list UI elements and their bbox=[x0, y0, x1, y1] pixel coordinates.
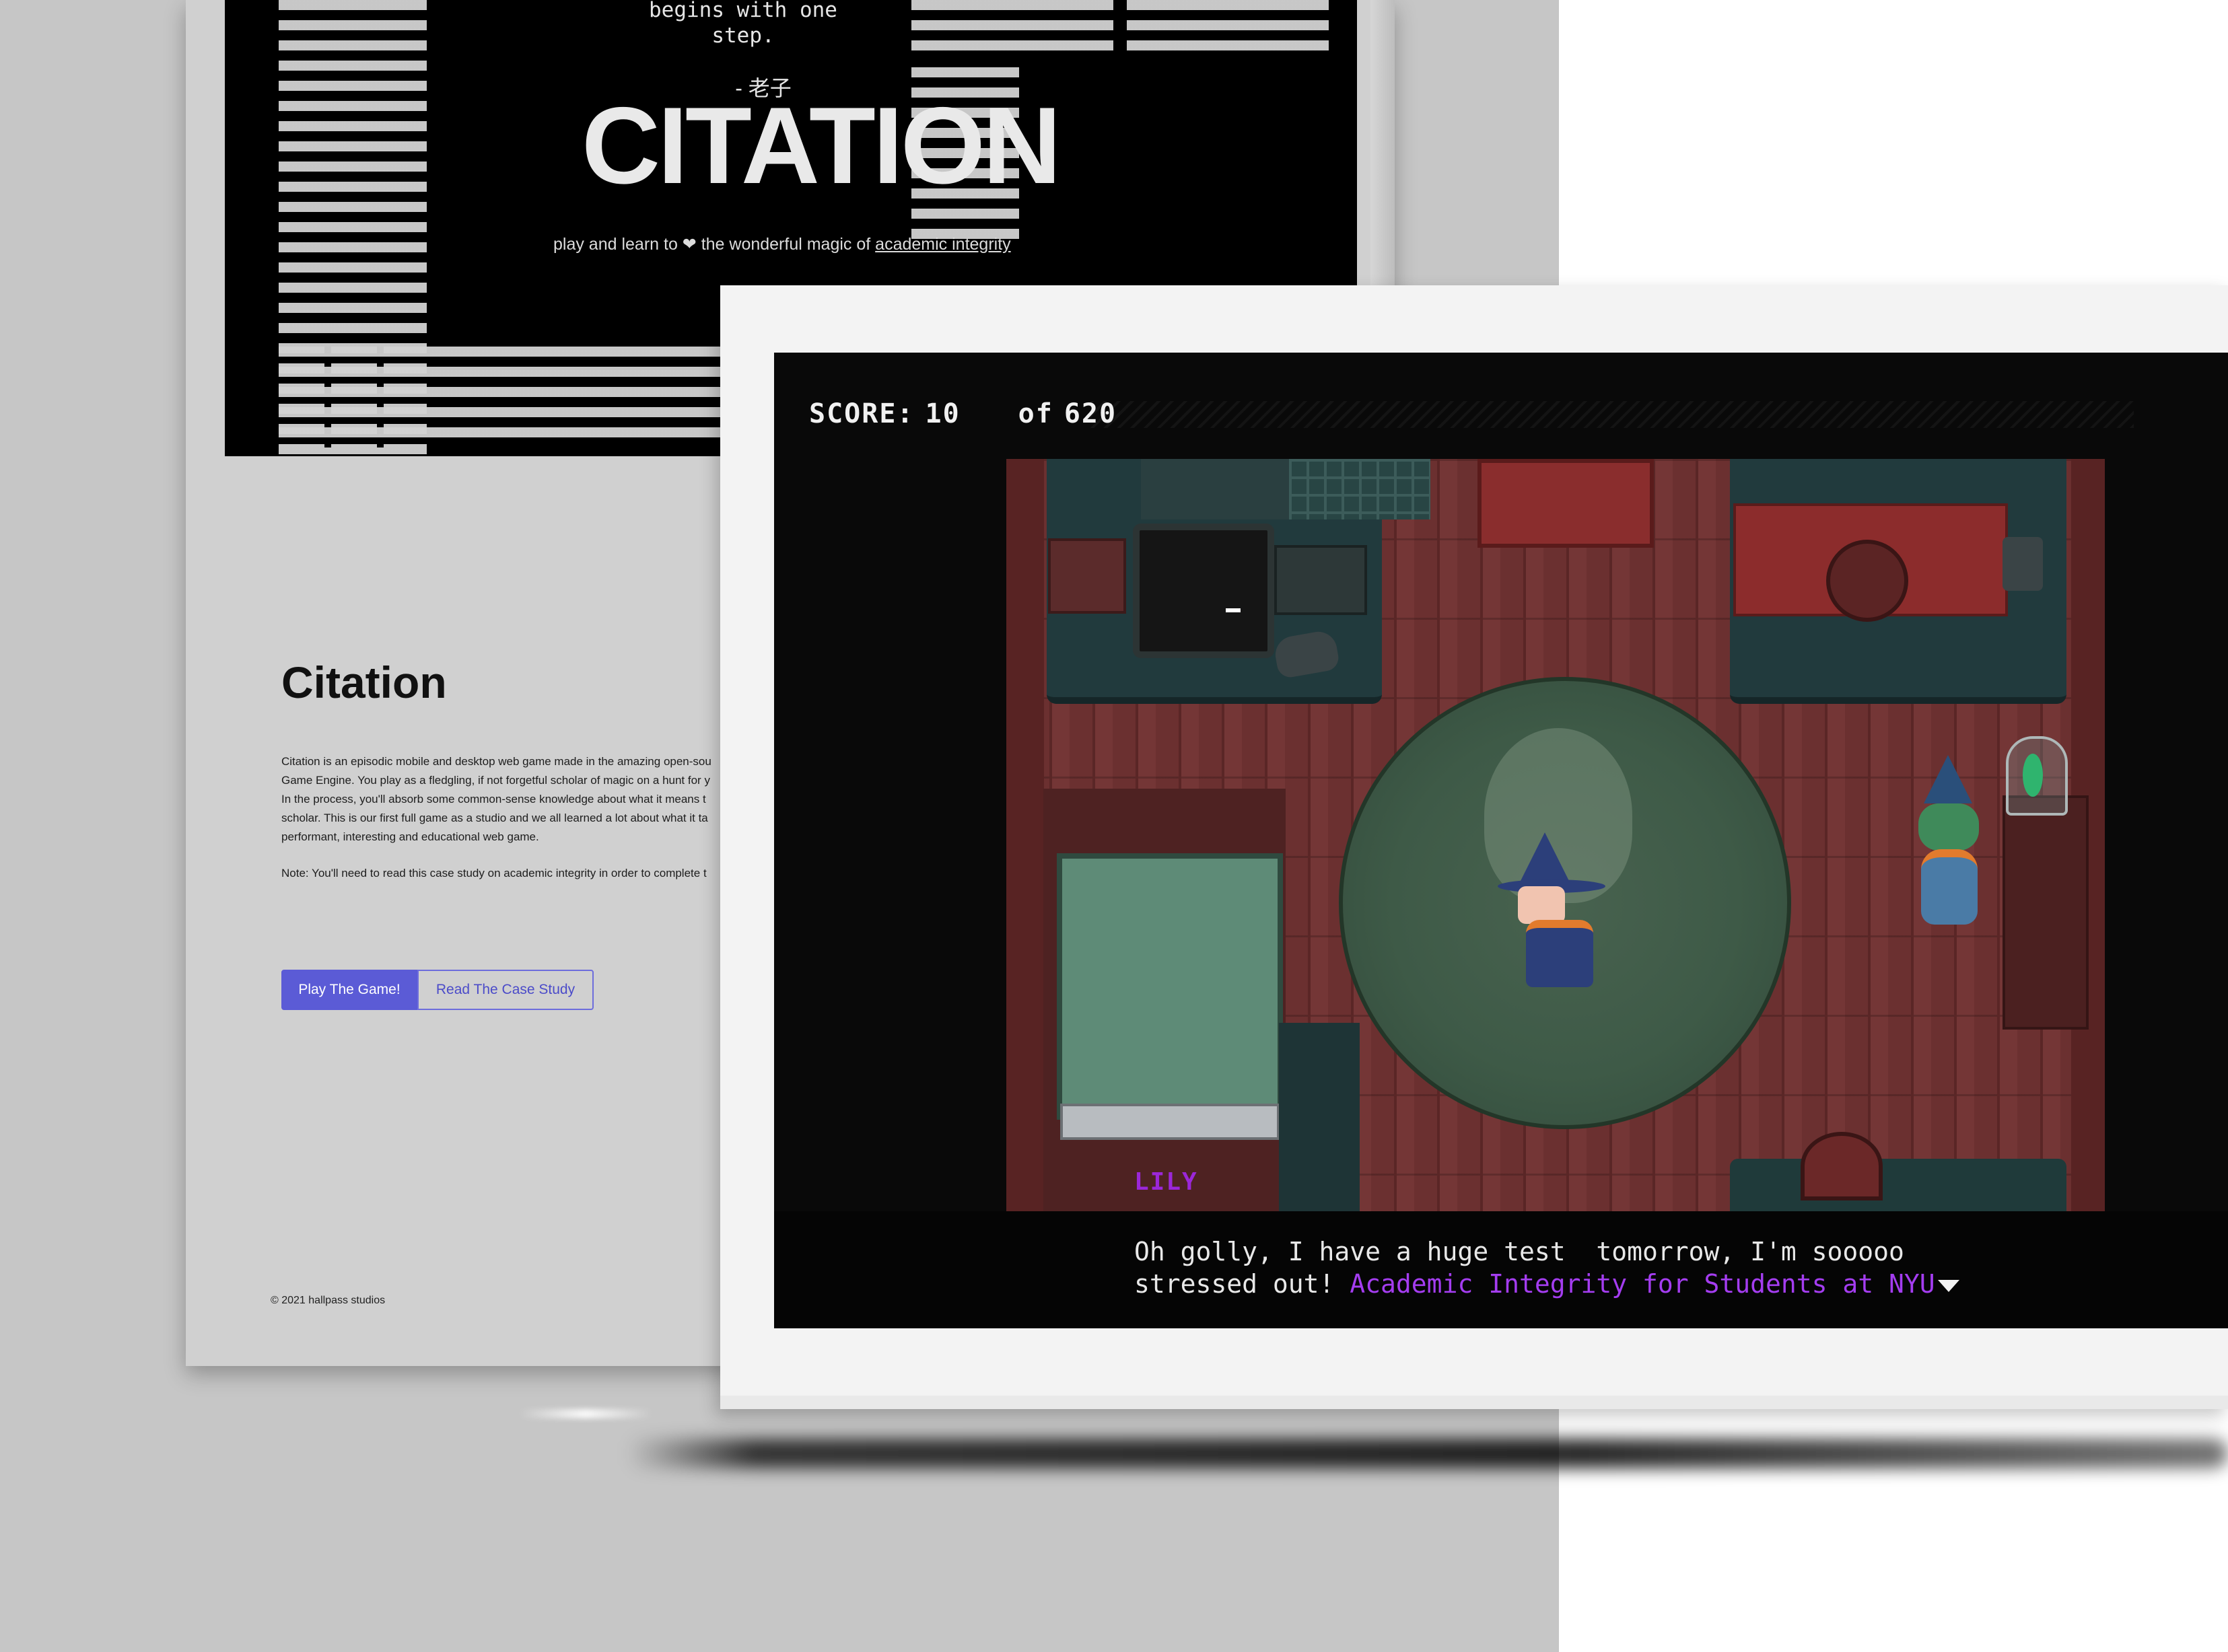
pixel-bricks-top-right bbox=[911, 0, 1113, 61]
desk-chair bbox=[1826, 540, 1908, 622]
npc-character[interactable] bbox=[1905, 755, 1992, 930]
player-face bbox=[1518, 886, 1565, 924]
description-line: scholar. This is our first full game as … bbox=[281, 812, 708, 824]
bed-pillow bbox=[1060, 1104, 1280, 1140]
window-bezel bbox=[720, 1396, 2228, 1409]
score-hud: SCORE: 10 of 620 bbox=[809, 398, 1127, 429]
bed-name-plate: LILY bbox=[1134, 1168, 1198, 1196]
tv-cursor bbox=[1226, 608, 1241, 612]
hero-title: CITATION bbox=[582, 85, 1061, 207]
bench bbox=[1730, 1159, 2066, 1211]
score-value: 10 bbox=[925, 398, 961, 429]
trash-bin-icon bbox=[2003, 537, 2043, 591]
dialog-link[interactable]: Academic Integrity for Students at NYU bbox=[1350, 1269, 1935, 1299]
device-shadow bbox=[626, 1439, 2228, 1468]
npc-hat-icon bbox=[1924, 755, 1972, 803]
description-line: In the process, you'll absorb some commo… bbox=[281, 793, 706, 805]
game-canvas[interactable]: SCORE: 10 of 620 LILY Oh golly, I have a… bbox=[774, 353, 2228, 1328]
witch-hat-icon bbox=[1518, 832, 1572, 886]
hero-tagline: play and learn to ❤ the wonderful magic … bbox=[553, 234, 1173, 254]
hud-decoration bbox=[1090, 401, 2134, 428]
television-icon bbox=[1133, 524, 1274, 658]
bookshelf bbox=[2003, 795, 2089, 1030]
description-line: Citation is an episodic mobile and deskt… bbox=[281, 755, 711, 768]
dialog-text: Oh golly, I have a huge test tomorrow, I… bbox=[1134, 1235, 1959, 1300]
player-character[interactable] bbox=[1498, 832, 1612, 987]
hero-quote: begins with one step. bbox=[575, 0, 911, 48]
dialog-box[interactable]: Oh golly, I have a huge test tomorrow, I… bbox=[774, 1211, 2228, 1328]
game-window: SCORE: 10 of 620 LILY Oh golly, I have a… bbox=[720, 285, 2228, 1409]
bedroom-scene: LILY bbox=[1006, 459, 2105, 1211]
plant-icon bbox=[2023, 754, 2043, 797]
read-case-study-button[interactable]: Read The Case Study bbox=[417, 970, 594, 1010]
device-highlight bbox=[518, 1409, 653, 1418]
footer-copyright: © 2021 hallpass studios bbox=[271, 1295, 386, 1306]
npc-body bbox=[1921, 849, 1978, 925]
window-icon bbox=[1289, 459, 1430, 519]
dialog-line-2: stressed out! bbox=[1134, 1269, 1350, 1299]
description-line: performant, interesting and educational … bbox=[281, 830, 539, 843]
bed-blanket bbox=[1057, 853, 1283, 1120]
hero-tagline-link[interactable]: academic integrity bbox=[875, 235, 1010, 254]
description-line: Game Engine. You play as a fledgling, if… bbox=[281, 774, 710, 787]
console-icon bbox=[1274, 545, 1367, 615]
npc-face bbox=[1918, 803, 1979, 851]
wardrobe bbox=[1477, 459, 1654, 548]
score-total: 620 bbox=[1064, 398, 1117, 429]
dialog-line-1: Oh golly, I have a huge test tomorrow, I… bbox=[1134, 1237, 1904, 1266]
play-game-button[interactable]: Play The Game! bbox=[281, 970, 417, 1010]
left-wall bbox=[1006, 459, 1044, 1211]
player-cape bbox=[1526, 920, 1593, 987]
pixel-bricks-top-far bbox=[1127, 0, 1329, 61]
cabinet bbox=[1048, 538, 1126, 614]
nightstand bbox=[1279, 1023, 1360, 1211]
round-chair bbox=[1801, 1132, 1883, 1200]
score-of-label: of bbox=[1018, 398, 1053, 429]
hero-tagline-text: play and learn to ❤ the wonderful magic … bbox=[553, 235, 871, 254]
score-label: SCORE: bbox=[809, 398, 915, 429]
continue-arrow-icon[interactable] bbox=[1937, 1279, 1959, 1292]
page-title: Citation bbox=[281, 657, 447, 707]
